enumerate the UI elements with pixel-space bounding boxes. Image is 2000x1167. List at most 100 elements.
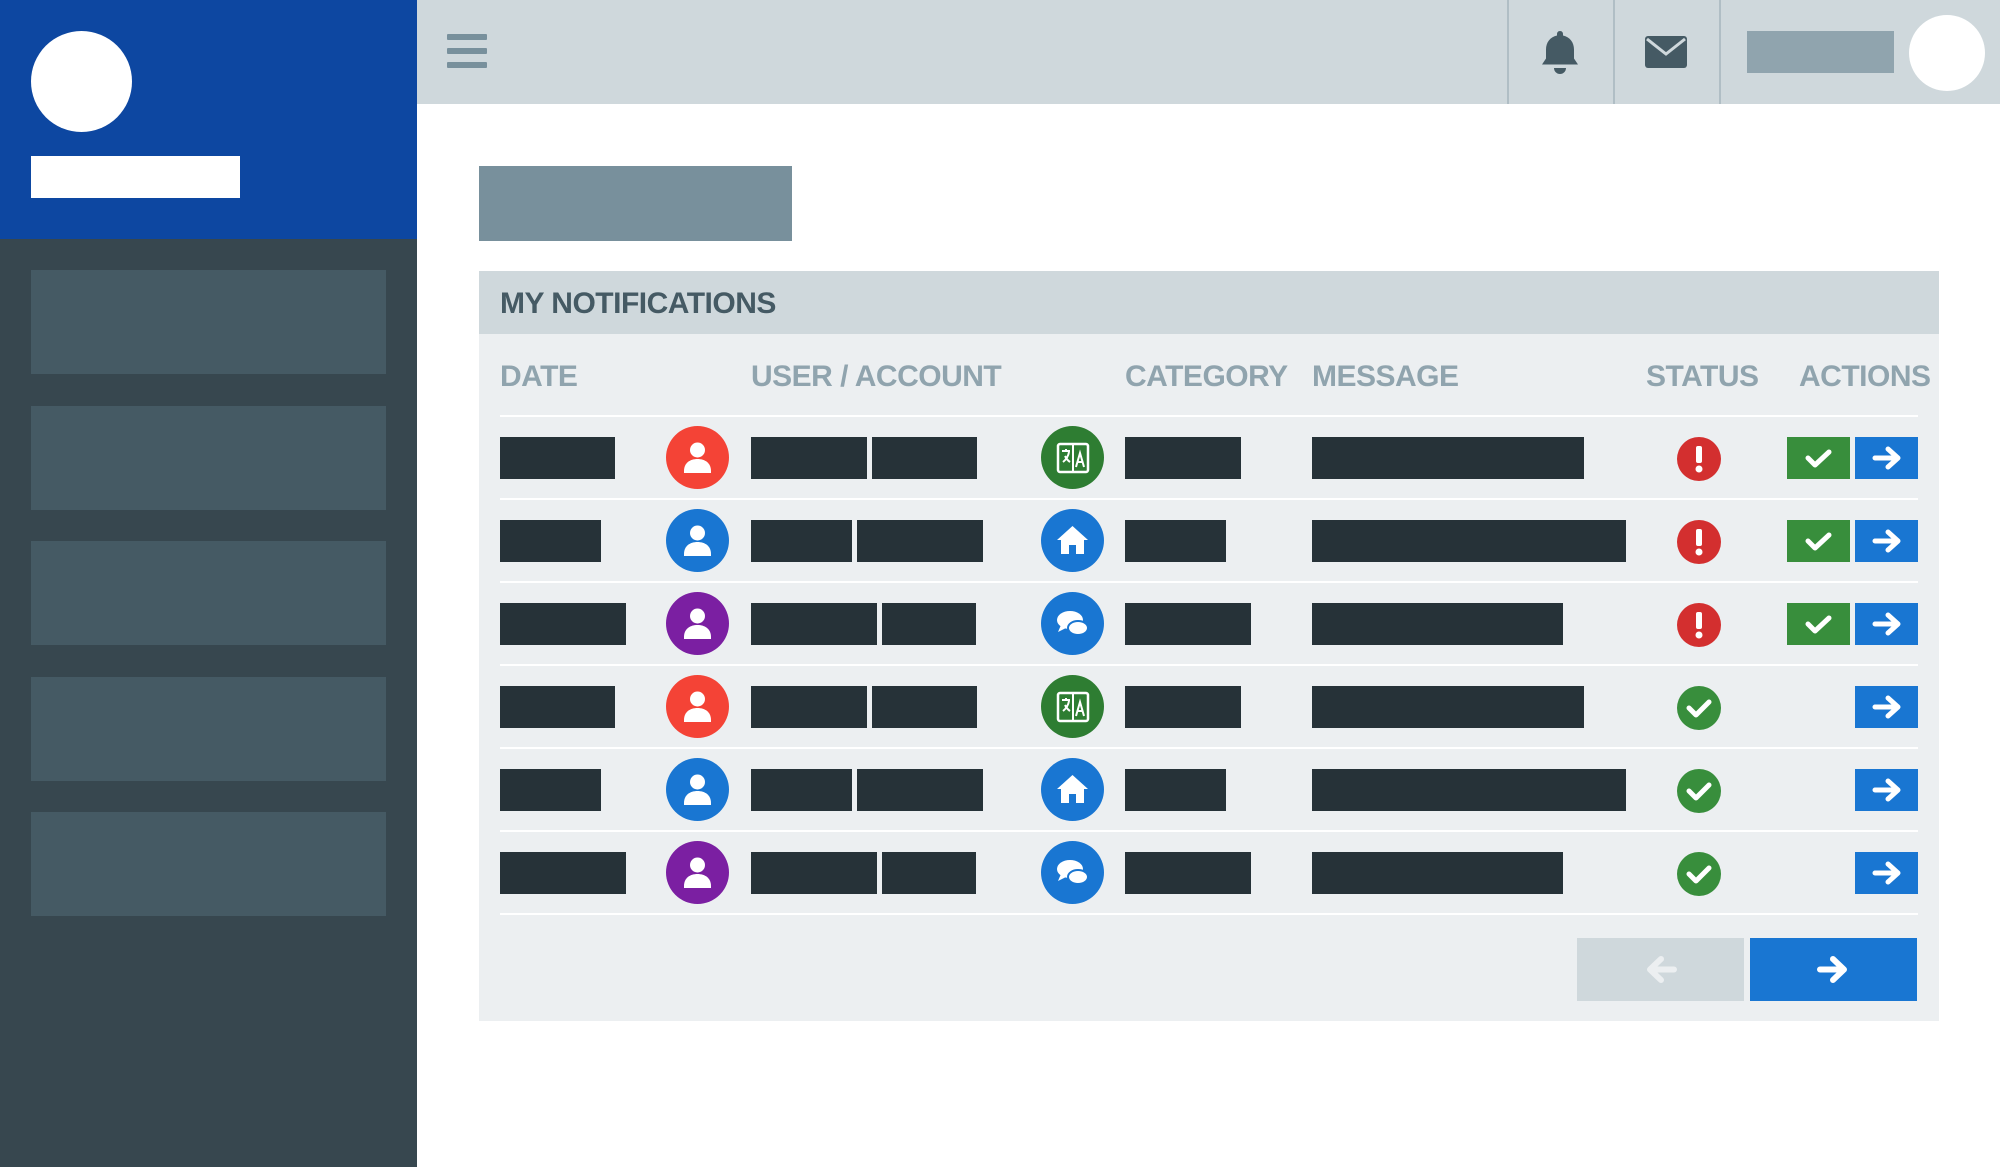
message-redacted xyxy=(1312,603,1563,645)
sidebar-profile xyxy=(0,0,417,239)
user-icon xyxy=(684,857,711,888)
status-alert-icon xyxy=(1677,603,1721,647)
table-row[interactable] xyxy=(500,664,1918,747)
approve-button[interactable] xyxy=(1787,437,1850,479)
category-badge xyxy=(1041,841,1104,904)
date-redacted xyxy=(500,603,626,645)
profile-avatar[interactable] xyxy=(31,31,132,132)
open-button[interactable] xyxy=(1855,603,1918,645)
user-icon xyxy=(684,691,711,722)
category-redacted xyxy=(1125,520,1226,562)
status-alert-icon xyxy=(1677,520,1721,564)
date-redacted xyxy=(500,852,626,894)
message-redacted xyxy=(1312,437,1584,479)
user-avatar-circle[interactable] xyxy=(666,426,729,489)
next-page-button[interactable] xyxy=(1750,938,1917,1001)
app-root: MY NOTIFICATIONS DATE USER / ACCOUNT CAT… xyxy=(0,0,2000,1167)
date-redacted xyxy=(500,520,601,562)
message-redacted xyxy=(1312,852,1563,894)
approve-button[interactable] xyxy=(1787,520,1850,562)
date-redacted xyxy=(500,437,615,479)
account-redacted xyxy=(872,437,977,479)
topbar-divider xyxy=(1719,0,1721,104)
user-name-redacted xyxy=(751,686,867,728)
table-row[interactable] xyxy=(500,498,1918,581)
column-header-category[interactable]: CATEGORY xyxy=(1125,360,1288,394)
home-icon xyxy=(1057,775,1088,803)
category-badge xyxy=(1041,758,1104,821)
user-name-redacted xyxy=(751,852,877,894)
topbar-divider xyxy=(1613,0,1615,104)
user-avatar-circle[interactable] xyxy=(666,758,729,821)
category-redacted xyxy=(1125,603,1251,645)
category-badge xyxy=(1041,426,1104,489)
sidebar-item-1[interactable] xyxy=(31,270,386,374)
translate-icon xyxy=(1056,691,1090,723)
account-redacted xyxy=(882,852,976,894)
user-avatar-circle[interactable] xyxy=(666,509,729,572)
category-redacted xyxy=(1125,686,1241,728)
column-header-status[interactable]: STATUS xyxy=(1646,360,1759,394)
account-redacted xyxy=(857,769,983,811)
user-name-redacted xyxy=(751,520,852,562)
table-row[interactable] xyxy=(500,830,1918,913)
user-name-placeholder xyxy=(1747,31,1894,73)
open-button[interactable] xyxy=(1855,520,1918,562)
category-redacted xyxy=(1125,437,1241,479)
account-redacted xyxy=(857,520,983,562)
status-ok-icon xyxy=(1677,852,1721,896)
table-row[interactable] xyxy=(500,581,1918,664)
status-ok-icon xyxy=(1677,686,1721,730)
status-alert-icon xyxy=(1677,437,1721,481)
open-button[interactable] xyxy=(1855,769,1918,811)
message-redacted xyxy=(1312,520,1626,562)
date-redacted xyxy=(500,769,601,811)
user-avatar-circle[interactable] xyxy=(666,841,729,904)
chat-icon xyxy=(1057,860,1089,885)
chat-icon xyxy=(1057,611,1089,636)
menu-icon[interactable] xyxy=(447,34,487,68)
notifications-table xyxy=(500,415,1918,913)
table-divider xyxy=(500,913,1918,915)
bell-icon[interactable] xyxy=(1536,27,1584,77)
sidebar-item-2[interactable] xyxy=(31,406,386,510)
account-redacted xyxy=(872,686,977,728)
user-icon xyxy=(684,525,711,556)
previous-page-button[interactable] xyxy=(1577,938,1744,1001)
profile-name-placeholder xyxy=(31,156,240,198)
status-ok-icon xyxy=(1677,769,1721,813)
category-badge xyxy=(1041,509,1104,572)
date-redacted xyxy=(500,686,615,728)
panel-header: MY NOTIFICATIONS xyxy=(479,271,1939,334)
topbar-divider xyxy=(1507,0,1509,104)
page-title-placeholder xyxy=(479,166,792,241)
open-button[interactable] xyxy=(1855,437,1918,479)
translate-icon xyxy=(1056,442,1090,474)
table-row[interactable] xyxy=(500,747,1918,830)
user-icon xyxy=(684,608,711,639)
category-redacted xyxy=(1125,769,1226,811)
user-avatar-circle[interactable] xyxy=(666,592,729,655)
column-header-message[interactable]: MESSAGE xyxy=(1312,360,1459,394)
column-header-actions: ACTIONS xyxy=(1799,360,1931,393)
approve-button[interactable] xyxy=(1787,603,1850,645)
table-row[interactable] xyxy=(500,415,1918,498)
sidebar-item-3[interactable] xyxy=(31,541,386,645)
sidebar-item-5[interactable] xyxy=(31,812,386,916)
user-name-redacted xyxy=(751,769,852,811)
user-icon xyxy=(684,442,711,473)
category-badge xyxy=(1041,675,1104,738)
user-avatar-circle[interactable] xyxy=(666,675,729,738)
user-name-redacted xyxy=(751,437,867,479)
home-icon xyxy=(1057,526,1088,554)
open-button[interactable] xyxy=(1855,686,1918,728)
column-header-user[interactable]: USER / ACCOUNT xyxy=(751,360,1002,394)
column-header-date[interactable]: DATE xyxy=(500,360,578,394)
panel-title: MY NOTIFICATIONS xyxy=(500,287,776,320)
user-avatar[interactable] xyxy=(1909,15,1985,91)
notifications-panel: MY NOTIFICATIONS DATE USER / ACCOUNT CAT… xyxy=(479,271,1939,1021)
mail-icon[interactable] xyxy=(1642,27,1690,77)
open-button[interactable] xyxy=(1855,852,1918,894)
sidebar-item-4[interactable] xyxy=(31,677,386,781)
user-icon xyxy=(684,774,711,805)
